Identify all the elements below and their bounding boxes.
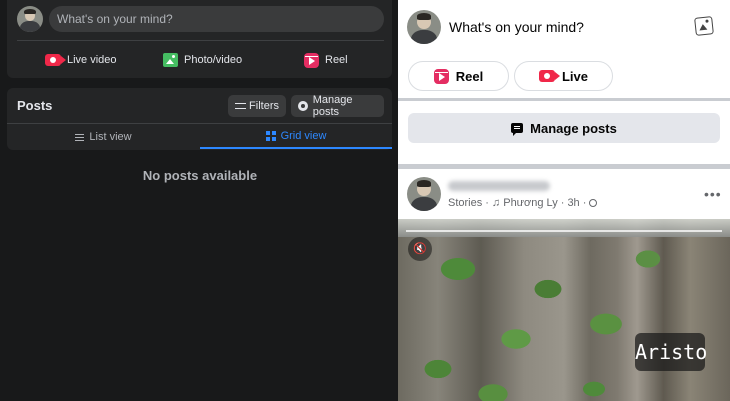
avatar[interactable] — [407, 10, 441, 44]
message-icon — [511, 123, 524, 136]
posts-title: Posts — [17, 98, 53, 113]
reel-button[interactable]: Reel — [304, 48, 348, 72]
meta-separator: · — [485, 197, 489, 209]
meta-separator: · — [560, 197, 565, 209]
reel-button[interactable]: Reel — [408, 61, 509, 91]
whats-on-your-mind-prompt[interactable]: What's on your mind? — [449, 19, 584, 35]
live-video-icon — [45, 54, 66, 66]
photo-video-icon — [163, 53, 178, 67]
manage-posts-label: Manage posts — [312, 94, 353, 118]
tab-grid-view-label: Grid view — [280, 130, 327, 142]
whats-on-your-mind-input[interactable]: What's on your mind? — [49, 6, 384, 32]
meta-separator: · — [582, 197, 587, 209]
reel-label: Reel — [325, 54, 348, 66]
photo-video-button[interactable]: Photo/video — [163, 48, 242, 72]
tab-list-view[interactable]: List view — [7, 125, 200, 149]
mute-icon[interactable]: 🔇 — [408, 237, 432, 261]
live-video-icon — [538, 70, 560, 82]
section-separator — [398, 98, 730, 101]
gear-icon — [298, 101, 308, 111]
live-label: Live — [561, 68, 588, 84]
desktop-dark-panel: What's on your mind? Live video Photo/vi… — [0, 0, 398, 401]
empty-posts-message: No posts available — [142, 168, 258, 183]
post-author-avatar[interactable] — [407, 177, 441, 211]
more-options-icon[interactable]: ••• — [704, 187, 722, 201]
mobile-light-panel: What's on your mind? Reel Live Manage po… — [398, 0, 730, 401]
media-text-tag: Aristo — [635, 333, 707, 371]
post-music[interactable]: ♫ Phương Ly — [492, 197, 558, 209]
live-video-label: Live video — [67, 54, 117, 66]
manage-posts-button[interactable]: Manage posts — [408, 113, 720, 143]
post-time[interactable]: 3h — [567, 197, 579, 209]
list-icon — [75, 133, 85, 141]
media-top-band — [398, 219, 730, 237]
post-media[interactable]: 🔇 Aristo — [398, 219, 730, 401]
live-video-button[interactable]: Live video — [45, 48, 117, 72]
manage-posts-button[interactable]: Manage posts — [291, 94, 384, 118]
posts-card: Posts Filters Manage posts List view Gri… — [7, 88, 392, 150]
avatar[interactable] — [17, 6, 43, 32]
reel-icon — [433, 68, 449, 84]
tab-list-view-label: List view — [89, 131, 132, 143]
post-meta: Stories · ♫ Phương Ly · 3h · — [448, 197, 598, 209]
filters-button[interactable]: Filters — [228, 95, 286, 117]
tab-grid-view[interactable]: Grid view — [200, 125, 392, 149]
story-progress-bar — [406, 230, 722, 232]
post-source[interactable]: Stories — [448, 197, 482, 209]
reel-label: Reel — [455, 68, 484, 84]
divider — [17, 40, 384, 41]
photo-video-label: Photo/video — [184, 54, 243, 66]
composer-card: What's on your mind? Live video Photo/vi… — [7, 0, 392, 78]
section-separator — [398, 164, 730, 169]
grid-icon — [265, 131, 276, 141]
photo-gallery-icon[interactable] — [694, 16, 714, 36]
live-button[interactable]: Live — [514, 61, 613, 91]
manage-posts-label: Manage posts — [530, 120, 617, 136]
post-author-name-blurred[interactable] — [448, 181, 550, 191]
globe-icon — [589, 199, 598, 207]
divider — [7, 123, 392, 124]
reel-icon — [304, 52, 319, 68]
filters-icon — [235, 102, 247, 110]
filters-label: Filters — [249, 100, 279, 112]
